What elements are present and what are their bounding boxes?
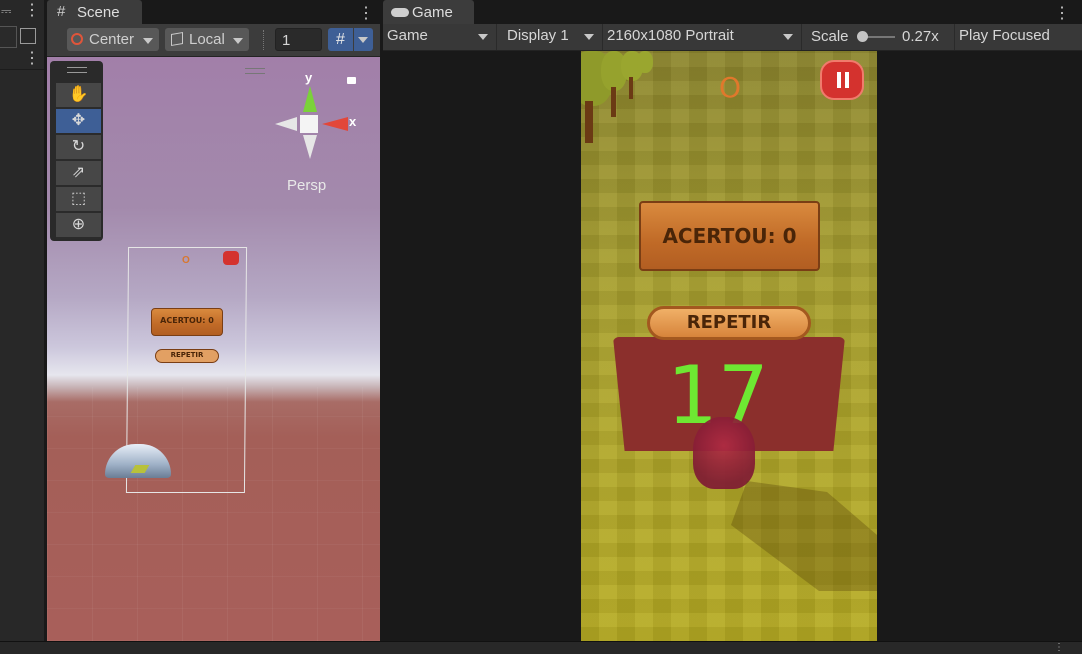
view-mode-dropdown[interactable]: Game (383, 24, 497, 50)
player-character (693, 417, 755, 489)
canvas-ring: O (182, 255, 190, 266)
resolution-dropdown[interactable]: 2160x1080 Portrait (603, 24, 802, 50)
score-text: ACERTOU: 0 (662, 224, 797, 248)
play-focused-dropdown[interactable]: Play Focused (955, 24, 1082, 50)
rotate-tool-icon[interactable]: ↻ (56, 135, 101, 161)
gamepad-icon (391, 8, 409, 17)
gizmo-y-label: y (305, 70, 313, 85)
chevron-down-icon (358, 37, 368, 43)
resolution-label: 2160x1080 Portrait (607, 27, 734, 44)
grid-snap-icon: # (336, 31, 345, 48)
canvas-repeat-button: REPETIR (155, 349, 219, 363)
pause-icon-bar (845, 72, 849, 88)
grid-snap-dropdown[interactable] (354, 28, 373, 51)
orientation-gizmo[interactable]: y x (245, 68, 367, 162)
gizmo-neg-x-cone[interactable] (275, 117, 297, 131)
pivot-icon (71, 33, 83, 45)
character-shadow (731, 481, 877, 591)
pause-icon (837, 72, 841, 88)
grid-size-input[interactable]: 1 (275, 28, 322, 51)
repeat-button-label: REPETIR (686, 312, 772, 333)
cube-icon (171, 31, 183, 47)
gizmo-center-cube[interactable] (300, 115, 318, 133)
scene-kebab-icon[interactable]: ⋮ (358, 3, 374, 23)
display-dropdown[interactable]: Display 1 (503, 24, 603, 50)
persp-label[interactable]: Persp (287, 177, 326, 194)
status-bar: ⋮ (0, 641, 1082, 654)
hash-icon: # (57, 3, 66, 20)
kebab-menu-icon[interactable]: ⋮ (24, 50, 40, 68)
pivot-label: Center (89, 31, 135, 48)
game-screen[interactable]: O ACERTOU: 0 REPETIR 17 (581, 51, 877, 641)
chevron-down-icon (233, 38, 243, 44)
move-tool-icon[interactable]: ✥ (56, 109, 101, 135)
tree-trunk (585, 101, 593, 143)
tree-row (581, 51, 653, 146)
chevron-down-icon (783, 34, 793, 40)
space-label: Local (189, 31, 225, 48)
search-field[interactable] (0, 26, 17, 48)
scene-viewport[interactable]: ✋ ✥ ↻ ⇗ ⬚ ⊕ y x Persp O ACERTOU: 0 REPET… (47, 57, 380, 641)
gizmo-y-cone[interactable] (303, 86, 317, 112)
scale-label: Scale (811, 28, 849, 45)
tab-scene[interactable]: # Scene (47, 0, 142, 24)
pause-icon (223, 251, 239, 265)
pause-button[interactable] (820, 60, 864, 100)
transform-tool-icon[interactable]: ⊕ (56, 213, 101, 239)
scale-control: Scale 0.27x (807, 24, 955, 50)
lock-icon[interactable]: ⎓ (1, 3, 13, 18)
chevron-down-icon (143, 38, 153, 44)
collapse-icon[interactable] (20, 28, 36, 44)
space-dropdown[interactable]: Local (165, 28, 249, 51)
status-kebab-icon[interactable]: ⋮ (1054, 642, 1064, 653)
toolbar-separator (263, 30, 266, 50)
tab-game[interactable]: Game (383, 0, 474, 24)
scale-value: 0.27x (902, 28, 939, 45)
gizmo-handle[interactable] (245, 68, 265, 74)
kebab-menu-icon[interactable]: ⋮ (24, 2, 40, 20)
pivot-dropdown[interactable]: Center (67, 28, 159, 51)
display-label: Display 1 (507, 27, 569, 44)
divider (0, 69, 44, 70)
canvas-score-text: ACERTOU: 0 (160, 316, 214, 325)
game-toolbar: Game Display 1 2160x1080 Portrait Scale … (383, 24, 1082, 51)
gizmo-neg-y-cone[interactable] (303, 135, 317, 159)
tab-game-label: Game (412, 4, 453, 21)
collectible-ring: O (719, 71, 742, 104)
hierarchy-strip: ⎓ ⋮ ⋮ (0, 0, 44, 641)
tree-trunk (629, 77, 633, 99)
gizmo-x-label: x (349, 114, 357, 129)
tool-palette: ✋ ✥ ↻ ⇗ ⬚ ⊕ (50, 61, 103, 241)
tree-trunk (611, 87, 616, 117)
repeat-button[interactable]: REPETIR (647, 306, 811, 340)
scale-tool-icon[interactable]: ⇗ (56, 161, 101, 187)
scale-slider-thumb[interactable] (856, 31, 868, 42)
rect-tool-icon[interactable]: ⬚ (56, 187, 101, 213)
score-sign: ACERTOU: 0 (639, 201, 820, 271)
chevron-down-icon (584, 34, 594, 40)
scene-toolbar: Center Local 1 # (47, 24, 380, 57)
palette-handle[interactable] (67, 67, 87, 73)
lock-icon[interactable] (347, 77, 356, 84)
tab-scene-label: Scene (77, 4, 120, 21)
game-kebab-icon[interactable]: ⋮ (1054, 3, 1070, 23)
canvas-repeat-text: REPETIR (170, 351, 204, 359)
canvas-score-sign: ACERTOU: 0 (151, 308, 223, 336)
hand-tool-icon[interactable]: ✋ (56, 83, 101, 109)
view-mode-label: Game (387, 27, 428, 44)
play-focused-label: Play Focused (959, 27, 1050, 44)
tree (637, 51, 653, 73)
grid-size-value: 1 (282, 32, 291, 49)
grid-snap-button[interactable]: # (328, 28, 353, 51)
gizmo-x-cone[interactable] (322, 117, 348, 131)
chevron-down-icon (478, 34, 488, 40)
